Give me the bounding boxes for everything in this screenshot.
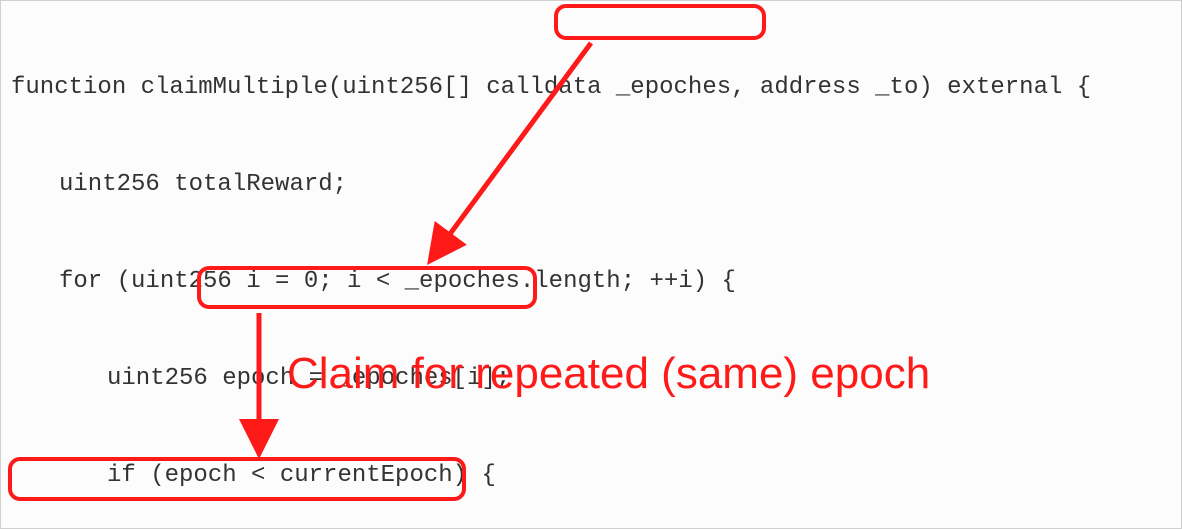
annotation-text: Claim for repeated (same) epoch [287, 349, 930, 399]
code-line: for (uint256 i = 0; i < _epoches.length;… [11, 266, 1171, 298]
code-line: function claimMultiple(uint256[] calldat… [11, 72, 1171, 104]
code-screenshot: function claimMultiple(uint256[] calldat… [0, 0, 1182, 529]
code-block: function claimMultiple(uint256[] calldat… [11, 7, 1171, 529]
code-line: if (epoch < currentEpoch) { [11, 460, 1171, 492]
code-line: uint256 totalReward; [11, 169, 1171, 201]
